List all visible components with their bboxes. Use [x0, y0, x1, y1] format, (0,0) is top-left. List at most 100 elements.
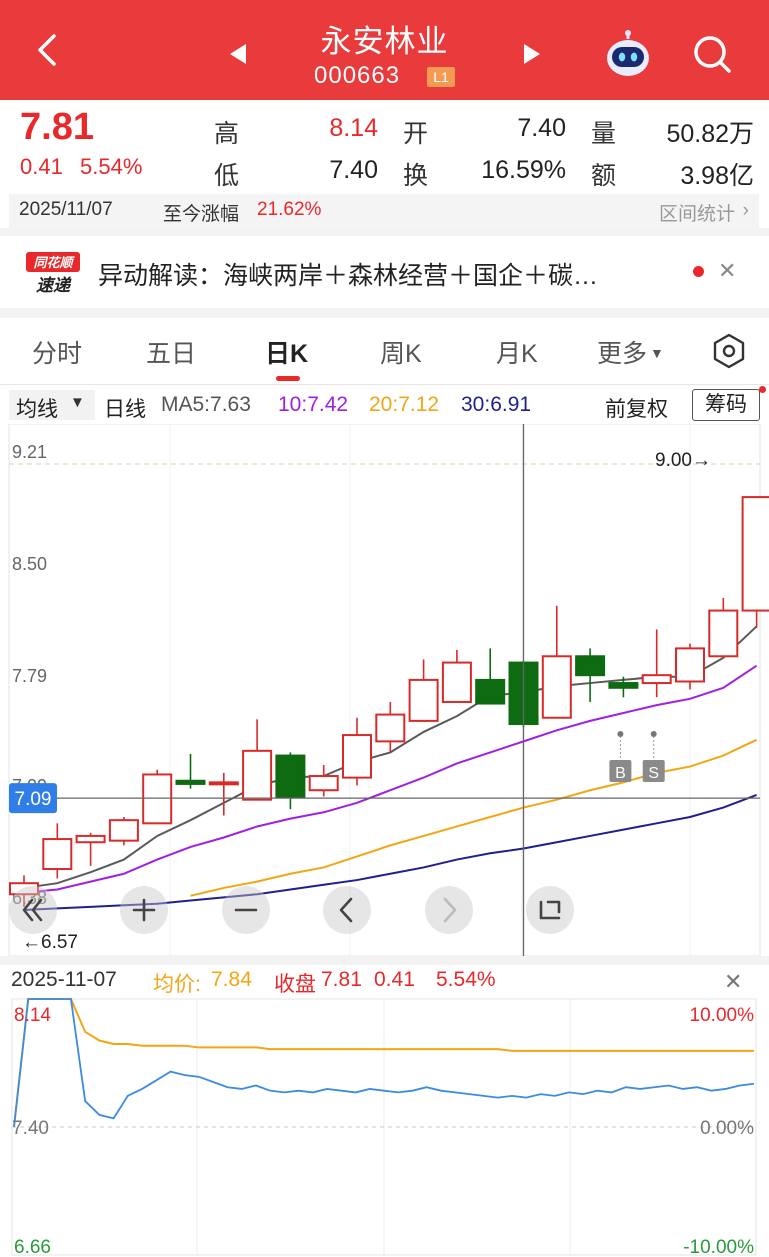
tab-weekly-k[interactable]: 周K — [380, 334, 422, 370]
intraday-high-label: 8.14 — [14, 1005, 51, 1026]
chevron-right-icon[interactable] — [425, 886, 473, 934]
candle-body — [475, 678, 506, 705]
candle-body — [608, 682, 639, 689]
high-label: 高 — [214, 120, 240, 148]
control-bg — [323, 886, 371, 934]
candle-body — [408, 678, 439, 722]
candle-body — [208, 781, 239, 786]
divider — [0, 308, 769, 318]
triangle-down-icon: ▼ — [650, 345, 664, 361]
ma20-value: 20:7.12 — [369, 393, 440, 416]
minus-icon[interactable] — [222, 886, 270, 934]
turnover-label: 换 — [403, 162, 429, 190]
active-tab-indicator — [276, 376, 300, 381]
level-badge: L1 — [427, 67, 455, 87]
chips-button[interactable]: 筹码 — [692, 389, 760, 421]
since-label: 至今涨幅 — [163, 204, 240, 225]
double-chevron-left-icon[interactable] — [9, 886, 57, 934]
hexagon-settings-icon[interactable] — [710, 332, 748, 370]
info-date: 2025/11/07 — [19, 199, 113, 220]
quote-panel: 7.81 0.41 5.54% 高 8.14 开 7.40 量 50.82万 低… — [0, 100, 769, 198]
plus-icon[interactable] — [120, 886, 168, 934]
ma-legend: 均线 ▼ 日线 MA5:7.63 10:7.42 20:7.12 30:6.91… — [0, 386, 769, 424]
candle-body — [741, 496, 769, 612]
news-text[interactable]: 异动解读：海峡两岸＋森林经营＋国企＋碳… — [98, 256, 598, 292]
volume-label: 量 — [591, 120, 617, 148]
low-label: 低 — [214, 162, 240, 190]
candle-body — [75, 834, 106, 844]
candle-body — [541, 655, 572, 719]
triangle-right-icon[interactable] — [520, 42, 544, 66]
intraday-chart[interactable]: 8.14 7.40 6.66 10.00% 0.00% -10.00% — [0, 965, 769, 1257]
chevron-left-icon[interactable] — [323, 886, 371, 934]
search-icon[interactable] — [692, 34, 732, 74]
stock-name: 永安林业 — [320, 24, 449, 59]
news-logo: 同花顺 速递 — [26, 252, 80, 296]
tab-more[interactable]: 更多 ▼ — [597, 334, 664, 370]
tab-monthly-k[interactable]: 月K — [496, 334, 538, 370]
svg-text:同花顺: 同花顺 — [33, 255, 75, 271]
y-axis-label: 7.79 — [12, 666, 47, 686]
chevron-right-icon[interactable]: › — [743, 200, 749, 222]
y-axis-label: 8.50 — [12, 554, 47, 574]
candle-body — [641, 674, 672, 685]
marker-label: S — [648, 765, 659, 782]
amount-label: 额 — [591, 162, 617, 190]
indicator-dropdown-label[interactable]: 均线 — [16, 393, 58, 423]
pct-mid-label: 0.00% — [700, 1118, 754, 1139]
svg-text:速递: 速递 — [36, 276, 72, 296]
pre-close-label: 7.40 — [12, 1118, 49, 1139]
price-change: 0.41 — [20, 154, 63, 179]
candle-body — [441, 661, 472, 703]
candle-body — [108, 819, 139, 842]
adjust-mode[interactable]: 前复权 — [605, 393, 668, 423]
info-bar: 2025/11/07 至今涨幅 21.62% 区间统计 › — [9, 194, 759, 228]
range-stats-link[interactable]: 区间统计 — [659, 199, 735, 226]
tab-intraday[interactable]: 分时 — [32, 334, 82, 370]
candle-body — [242, 749, 273, 801]
ma5-value: MA5:7.63 — [161, 393, 251, 416]
turnover-value: 16.59% — [481, 156, 566, 184]
open-label: 开 — [403, 120, 429, 148]
stock-code: 000663 — [314, 62, 401, 89]
candle-body — [275, 754, 306, 798]
volume-value: 50.82万 — [666, 120, 754, 148]
tab-five-day[interactable]: 五日 — [146, 334, 196, 370]
fullscreen-icon[interactable] — [526, 886, 574, 934]
min-price-marker: ←6.57 — [22, 932, 78, 953]
unread-dot — [693, 266, 704, 277]
stock-detail-page: 永安林业 000663 L1 7.81 0.41 5.54% 高 8.14 开 … — [0, 0, 769, 1257]
high-value: 8.14 — [329, 114, 378, 142]
candlestick-chart[interactable]: 9.218.507.797.096.38 7.099.00→←6.57BS — [0, 424, 769, 956]
marker-label: B — [615, 765, 626, 782]
max-price-marker: 9.00→ — [655, 450, 711, 471]
tab-more-label: 更多 — [597, 340, 648, 368]
marker-dot — [650, 731, 657, 737]
period-tabs: 分时 五日 日K 周K 月K 更多 ▼ — [0, 318, 769, 384]
candle-body — [308, 775, 339, 792]
candle-body — [342, 734, 372, 779]
candle — [108, 817, 139, 846]
pct-top-label: 10.00% — [690, 1005, 755, 1026]
divider — [0, 228, 769, 236]
ma10-value: 10:7.42 — [278, 393, 349, 416]
triangle-down-icon[interactable]: ▼ — [70, 394, 85, 411]
price-change-pct: 5.54% — [80, 154, 143, 179]
tab-daily-k[interactable]: 日K — [265, 334, 308, 370]
news-banner[interactable]: 同花顺 速递 异动解读：海峡两岸＋森林经营＋国企＋碳… ✕ — [0, 236, 769, 308]
close-icon[interactable]: ✕ — [718, 258, 736, 284]
candle — [142, 769, 173, 825]
y-axis-label: 9.21 — [12, 442, 47, 462]
robot-icon[interactable] — [604, 30, 652, 78]
control-bg — [425, 886, 473, 934]
candle-body — [375, 713, 406, 743]
marker-dot — [617, 731, 624, 737]
divider — [0, 956, 769, 965]
divider — [0, 384, 769, 385]
crosshair-price-label: 7.09 — [15, 789, 52, 810]
candle-body — [42, 838, 73, 871]
top-header: 永安林业 000663 L1 — [0, 0, 769, 100]
pct-bottom-label: -10.00% — [683, 1237, 754, 1257]
candle-body — [175, 779, 206, 785]
last-price: 7.81 — [20, 106, 94, 148]
